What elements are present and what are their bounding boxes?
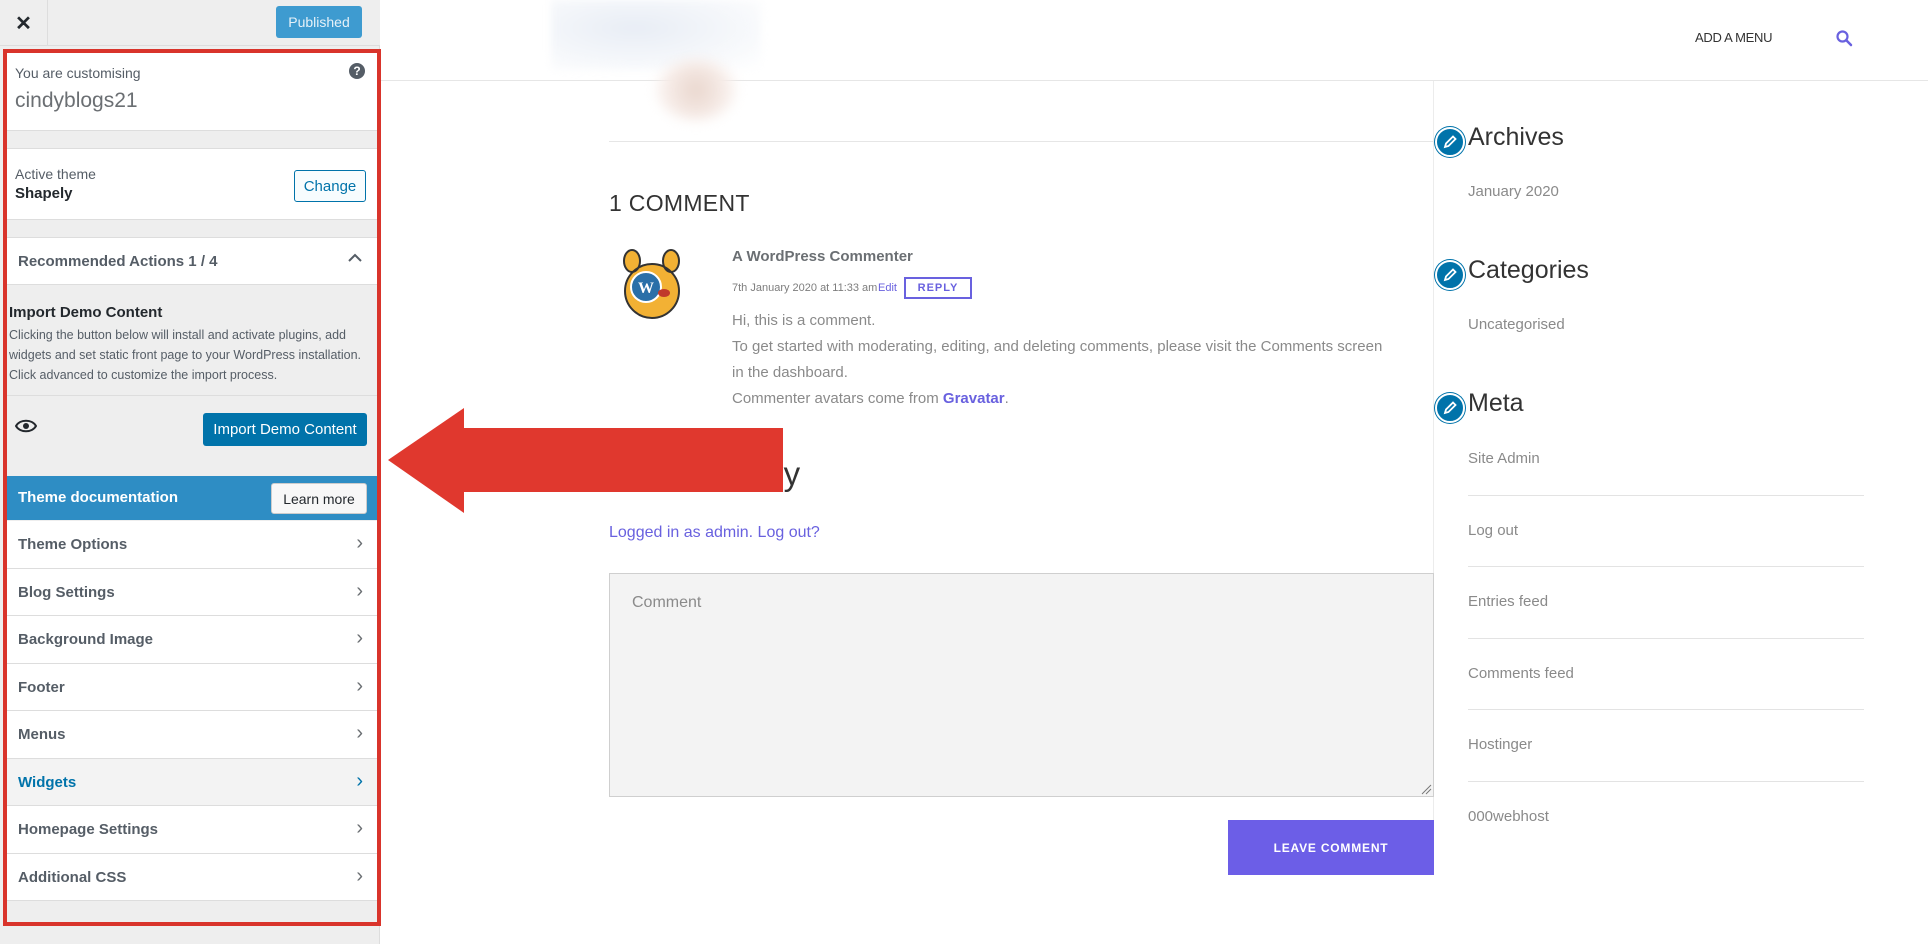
publish-button[interactable]: Published [276, 6, 362, 38]
logged-in-text[interactable]: Logged in as admin. Log out? [609, 524, 820, 542]
section-widgets[interactable]: Widgets › [7, 758, 377, 806]
section-label: Footer [18, 678, 65, 696]
recommended-actions-header[interactable]: Recommended Actions 1 / 4 [7, 237, 377, 285]
widget-link[interactable]: Hostinger [1468, 736, 1532, 753]
resize-handle-icon[interactable] [1420, 783, 1432, 795]
import-demo-title: Import Demo Content [9, 304, 163, 321]
divider [1468, 495, 1864, 496]
help-icon[interactable]: ? [349, 63, 365, 79]
active-theme-panel: Active theme Shapely Change [7, 148, 377, 220]
search-icon[interactable] [1835, 29, 1853, 47]
chevron-right-icon: › [356, 674, 363, 697]
widget-link[interactable]: 000webhost [1468, 808, 1549, 825]
comment-reply-button[interactable]: REPLY [904, 277, 972, 299]
import-demo-description: Clicking the button below will install a… [9, 328, 362, 382]
section-background-image[interactable]: Background Image › [7, 616, 377, 664]
customizer-header: ✕ Published [0, 0, 380, 46]
chevron-right-icon: › [356, 817, 363, 839]
learn-more-button[interactable]: Learn more [271, 483, 367, 514]
section-label: Theme Options [18, 536, 128, 553]
chevron-right-icon: › [356, 627, 363, 649]
site-header: ADD A MENU [381, 0, 1928, 81]
eye-icon[interactable] [15, 419, 37, 433]
section-label: Menus [18, 726, 66, 743]
comment-date[interactable]: 7th January 2020 at 11:33 am [732, 282, 877, 294]
section-blog-settings[interactable]: Blog Settings › [7, 568, 377, 616]
active-theme-label: Active theme [15, 166, 96, 182]
section-label: Background Image [18, 631, 154, 648]
section-label: Widgets [18, 773, 77, 791]
theme-documentation-row: Theme documentation Learn more [7, 476, 377, 520]
widget-link[interactable]: January 2020 [1468, 183, 1559, 200]
theme-documentation-label: Theme documentation [18, 489, 179, 506]
add-menu-link[interactable]: ADD A MENU [1695, 30, 1772, 45]
widget-link[interactable]: Uncategorised [1468, 316, 1565, 333]
widget-link[interactable]: Log out [1468, 522, 1518, 539]
divider [609, 141, 1434, 142]
widget-link[interactable]: Site Admin [1468, 450, 1540, 467]
section-footer[interactable]: Footer › [7, 663, 377, 711]
comment-text-prefix: Commenter avatars come from [732, 390, 943, 407]
comment-text: Commenter avatars come from Gravatar. [732, 390, 1009, 407]
widget-title-categories: Categories [1468, 256, 1589, 284]
section-label: Additional CSS [18, 868, 127, 886]
comment-author[interactable]: A WordPress Commenter [732, 248, 913, 265]
svg-text:W: W [638, 280, 654, 297]
comment-edit-link[interactable]: Edit [878, 282, 897, 294]
blurred-logo [551, 0, 761, 70]
chevron-right-icon: › [356, 722, 363, 744]
chevron-right-icon: › [356, 579, 363, 602]
chevron-right-icon: › [356, 532, 363, 554]
divider [1468, 781, 1864, 782]
change-theme-button[interactable]: Change [294, 170, 366, 202]
pencil-icon[interactable] [1435, 393, 1465, 423]
customizer-info: You are customising cindyblogs21 ? [7, 53, 377, 131]
comment-placeholder: Comment [632, 594, 702, 611]
section-theme-options[interactable]: Theme Options › [7, 521, 377, 569]
customizer-sections: Theme Options › Blog Settings › Backgrou… [7, 521, 377, 901]
gravatar-link[interactable]: Gravatar [943, 390, 1005, 407]
import-demo-panel: Import Demo Content Clicking the button … [7, 285, 377, 395]
annotation-arrow [388, 408, 783, 513]
chevron-right-icon: › [356, 864, 363, 887]
import-demo-button[interactable]: Import Demo Content [203, 413, 367, 446]
pencil-icon[interactable] [1435, 260, 1465, 290]
comment-text-suffix: . [1004, 390, 1009, 407]
import-demo-actions: Import Demo Content [7, 395, 377, 461]
chevron-right-icon: › [356, 769, 363, 792]
comments-title: 1 COMMENT [609, 190, 750, 216]
customising-label: You are customising [15, 65, 141, 81]
section-label: Homepage Settings [18, 821, 159, 838]
pencil-icon[interactable] [1435, 127, 1465, 157]
recommended-actions-label: Recommended Actions 1 / 4 [18, 253, 218, 270]
theme-name: Shapely [15, 185, 73, 202]
comment-text: To get started with moderating, editing,… [732, 338, 1383, 355]
widget-link[interactable]: Comments feed [1468, 665, 1574, 682]
divider [1468, 566, 1864, 567]
section-menus[interactable]: Menus › [7, 711, 377, 759]
section-additional-css[interactable]: Additional CSS › [7, 853, 377, 901]
comment-text: Hi, this is a comment. [732, 312, 876, 329]
widget-title-meta: Meta [1468, 389, 1524, 417]
comment-textarea[interactable]: Comment [609, 573, 1434, 797]
chevron-up-icon [347, 250, 363, 271]
section-label: Blog Settings [18, 583, 115, 601]
section-homepage-settings[interactable]: Homepage Settings › [7, 806, 377, 854]
close-icon[interactable]: ✕ [0, 0, 48, 46]
site-name: cindyblogs21 [15, 89, 138, 112]
comment-text: in the dashboard. [732, 364, 848, 381]
widget-link[interactable]: Entries feed [1468, 593, 1548, 610]
widget-title-archives: Archives [1468, 123, 1564, 151]
commenter-avatar: W [623, 249, 680, 319]
customizer-sidebar: ✕ Published You are customising cindyblo… [0, 0, 381, 944]
divider [1468, 638, 1864, 639]
blurred-image [656, 60, 736, 120]
divider [1468, 709, 1864, 710]
leave-comment-button[interactable]: LEAVE COMMENT [1228, 820, 1434, 875]
